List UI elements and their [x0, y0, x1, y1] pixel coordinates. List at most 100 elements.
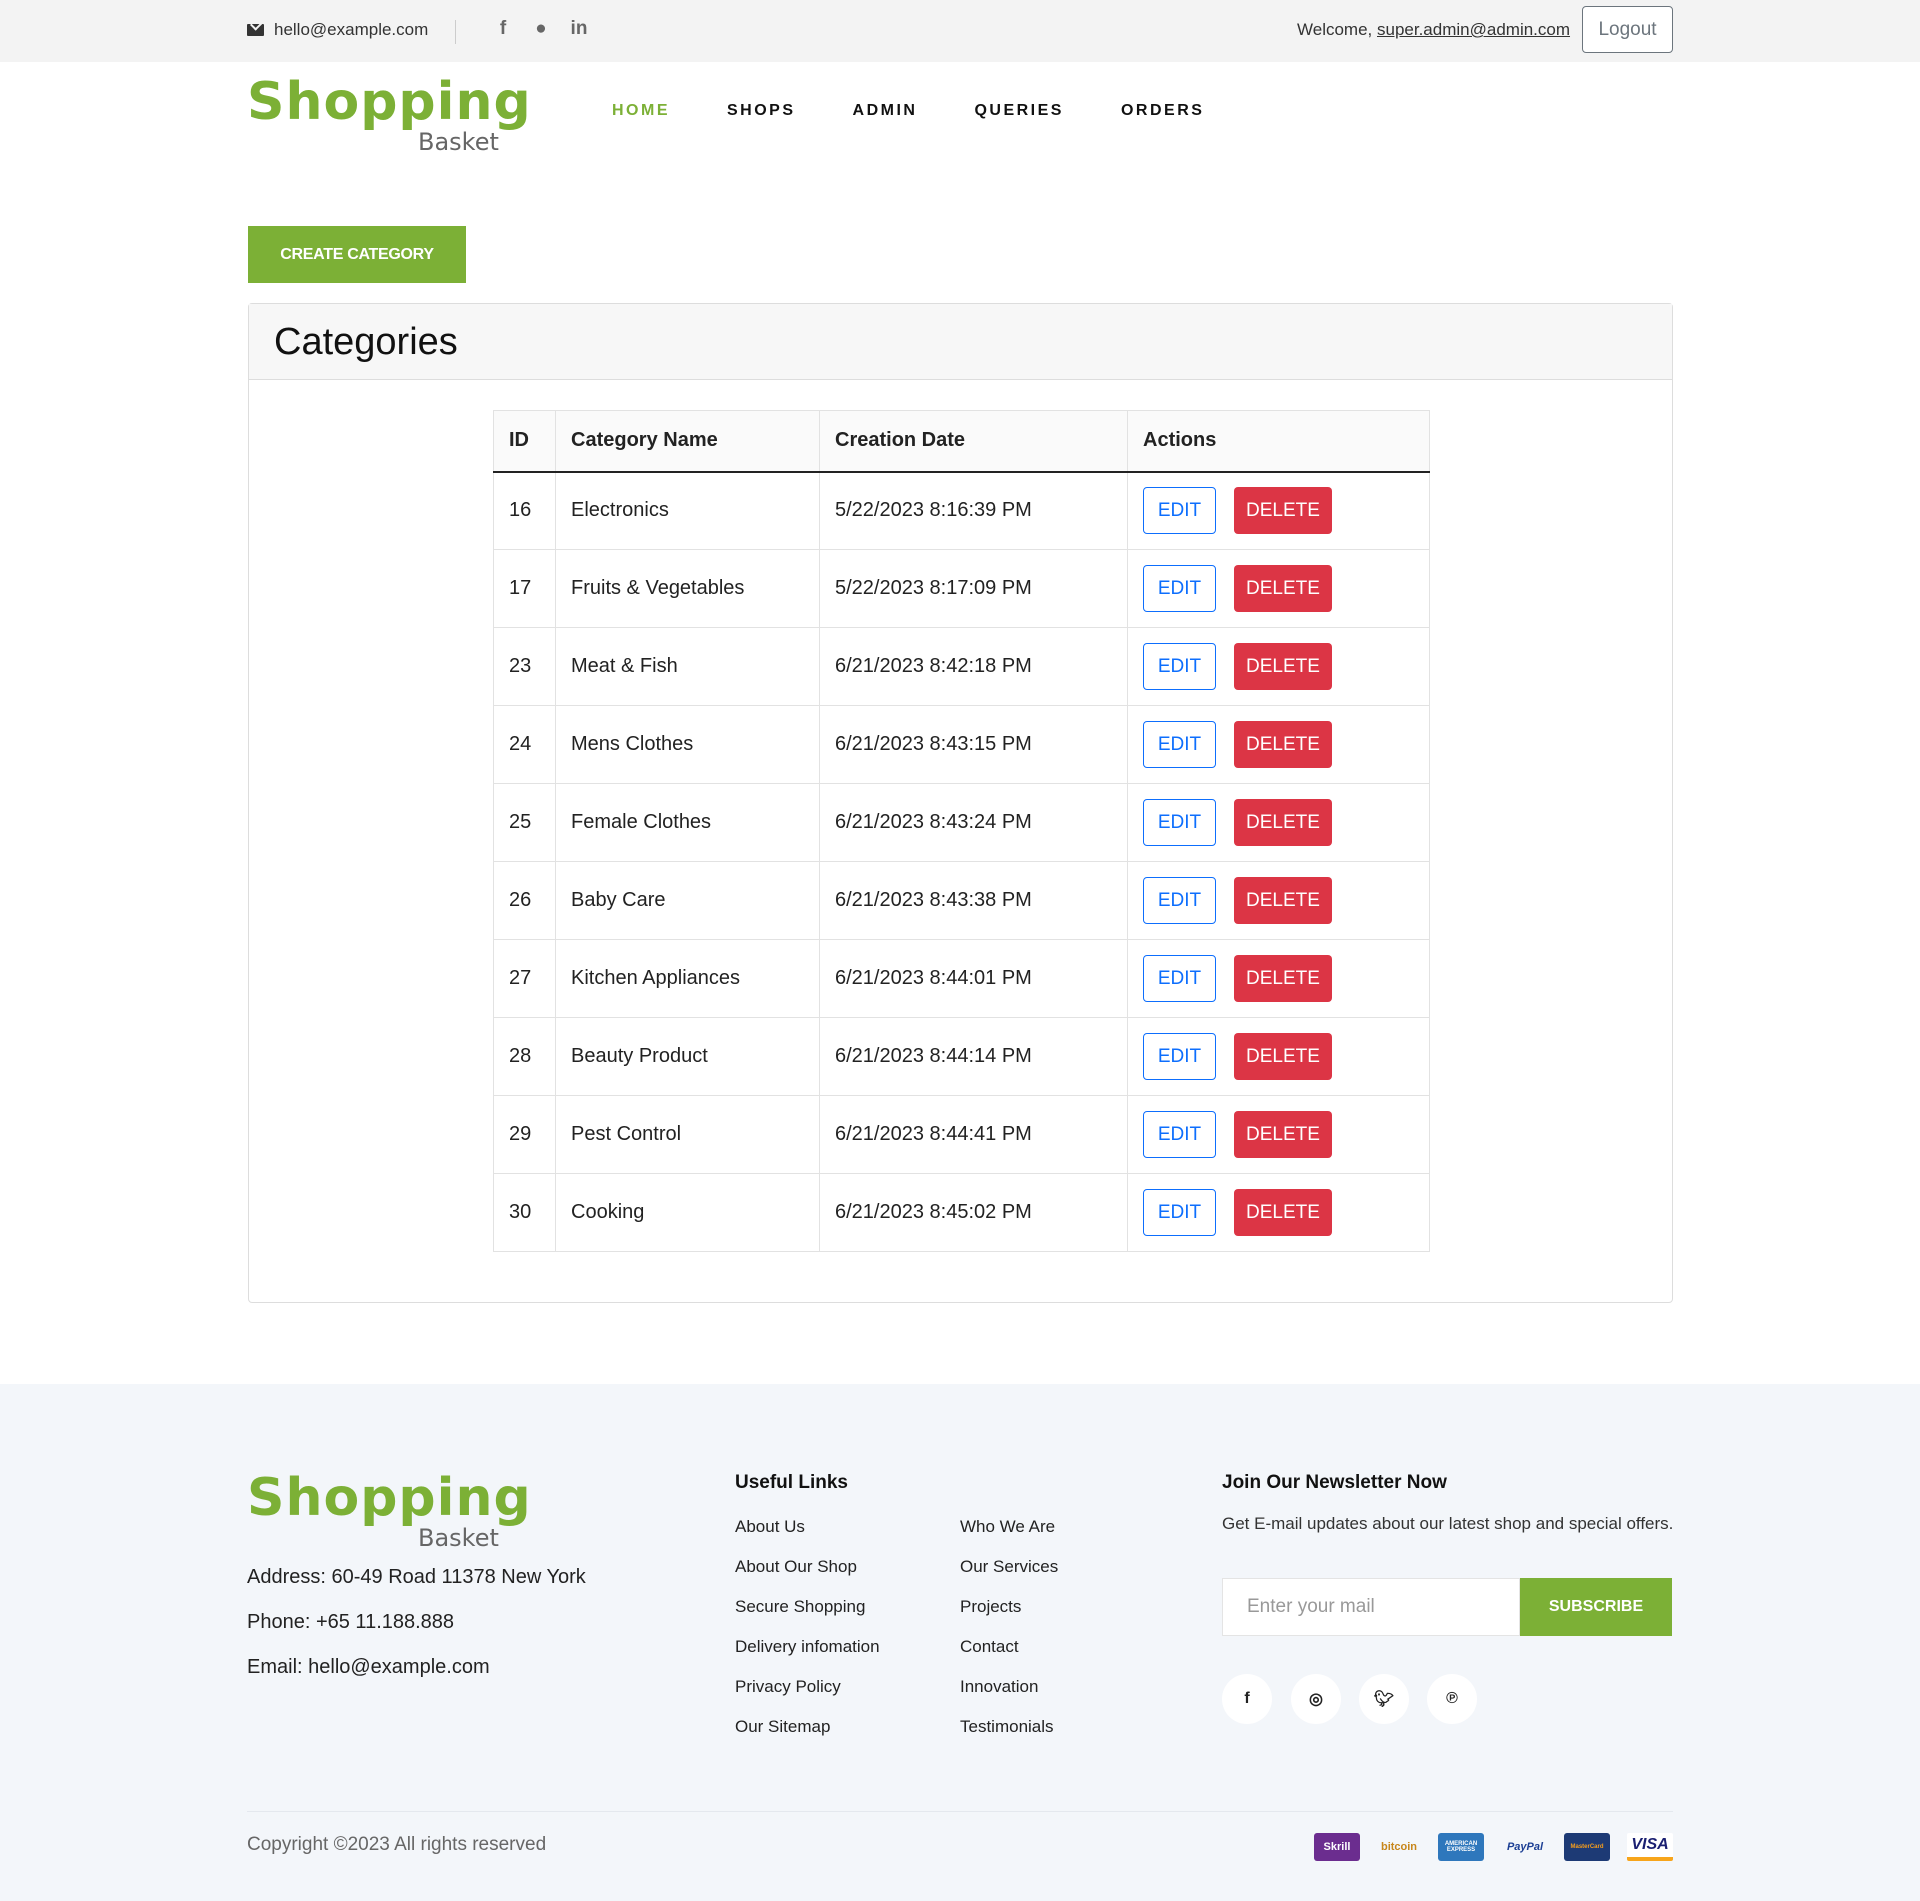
divider — [455, 20, 456, 44]
cell-actions: EDIT DELETE — [1127, 471, 1430, 550]
cell-category-name: Beauty Product — [555, 1017, 820, 1096]
nav-shops[interactable]: SHOPS — [727, 102, 796, 120]
cell-actions: EDIT DELETE — [1127, 939, 1430, 1018]
logout-button[interactable]: Logout — [1582, 6, 1673, 53]
edit-button[interactable]: EDIT — [1143, 643, 1216, 690]
footer: Shopping Basket Address: 60-49 Road 1137… — [0, 1384, 1920, 1901]
edit-button[interactable]: EDIT — [1143, 1189, 1216, 1236]
edit-button[interactable]: EDIT — [1143, 565, 1216, 612]
footer-link[interactable]: About Us — [735, 1517, 805, 1537]
edit-button[interactable]: EDIT — [1143, 877, 1216, 924]
bitcoin-icon: bitcoin — [1380, 1841, 1418, 1853]
newsletter-title: Join Our Newsletter Now — [1222, 1472, 1447, 1493]
cell-category-name: Pest Control — [555, 1095, 820, 1174]
cell-category-name: Kitchen Appliances — [555, 939, 820, 1018]
edit-button[interactable]: EDIT — [1143, 721, 1216, 768]
nav-home[interactable]: HOME — [612, 102, 670, 120]
cell-id: 29 — [493, 1095, 556, 1174]
delete-button[interactable]: DELETE — [1234, 565, 1332, 612]
column-header-id: ID — [493, 410, 556, 473]
cell-id: 23 — [493, 627, 556, 706]
table-row: 23 Meat & Fish 6/21/2023 8:42:18 PM EDIT DEL… — [493, 627, 1430, 706]
footer-email: Email: hello@example.com — [247, 1656, 490, 1678]
mastercard-icon: MasterCard — [1564, 1833, 1610, 1861]
cell-category-name: Baby Care — [555, 861, 820, 940]
table-row: 30 Cooking 6/21/2023 8:45:02 PM EDIT DELETE — [493, 1173, 1430, 1252]
linkedin-icon[interactable]: in — [568, 18, 590, 40]
edit-button[interactable]: EDIT — [1143, 799, 1216, 846]
delete-button[interactable]: DELETE — [1234, 643, 1332, 690]
footer-link[interactable]: About Our Shop — [735, 1557, 857, 1577]
cell-creation-date: 6/21/2023 8:44:01 PM — [819, 939, 1128, 1018]
footer-link[interactable]: Who We Are — [960, 1517, 1055, 1537]
nav-queries[interactable]: QUERIES — [974, 102, 1064, 120]
footer-link[interactable]: Delivery infomation — [735, 1637, 880, 1657]
top-social-links: f ● in — [492, 18, 590, 40]
delete-button[interactable]: DELETE — [1234, 1189, 1332, 1236]
nav-orders[interactable]: ORDERS — [1121, 102, 1204, 120]
delete-button[interactable]: DELETE — [1234, 721, 1332, 768]
edit-button[interactable]: EDIT — [1143, 955, 1216, 1002]
instagram-icon[interactable]: ◎ — [1291, 1674, 1341, 1724]
delete-button[interactable]: DELETE — [1234, 1033, 1332, 1080]
cell-actions: EDIT DELETE — [1127, 783, 1430, 862]
pinterest-icon[interactable]: ℗ — [1427, 1674, 1477, 1724]
paypal-icon: PayPal — [1506, 1841, 1544, 1853]
github-icon[interactable]: ● — [530, 18, 552, 40]
delete-button[interactable]: DELETE — [1234, 799, 1332, 846]
main-nav: HOME SHOPS ADMIN QUERIES ORDERS — [612, 102, 1261, 120]
footer-link[interactable]: Testimonials — [960, 1717, 1054, 1737]
cell-actions: EDIT DELETE — [1127, 861, 1430, 940]
delete-button[interactable]: DELETE — [1234, 877, 1332, 924]
cell-creation-date: 5/22/2023 8:17:09 PM — [819, 549, 1128, 628]
cell-category-name: Female Clothes — [555, 783, 820, 862]
cell-creation-date: 6/21/2023 8:43:38 PM — [819, 861, 1128, 940]
cell-actions: EDIT DELETE — [1127, 1017, 1430, 1096]
table-row: 29 Pest Control 6/21/2023 8:44:41 PM EDIT DE… — [493, 1095, 1430, 1174]
table-row: 24 Mens Clothes 6/21/2023 8:43:15 PM EDIT DE… — [493, 705, 1430, 784]
column-header-actions: Actions — [1127, 410, 1430, 473]
edit-button[interactable]: EDIT — [1143, 1033, 1216, 1080]
delete-button[interactable]: DELETE — [1234, 487, 1332, 535]
footer-link[interactable]: Innovation — [960, 1677, 1038, 1697]
footer-link[interactable]: Our Services — [960, 1557, 1058, 1577]
cell-actions: EDIT DELETE — [1127, 627, 1430, 706]
facebook-icon[interactable]: f — [492, 18, 514, 40]
delete-button[interactable]: DELETE — [1234, 1111, 1332, 1158]
cell-id: 28 — [493, 1017, 556, 1096]
cell-actions: EDIT DELETE — [1127, 705, 1430, 784]
skrill-icon: Skrill — [1314, 1833, 1360, 1861]
footer-link[interactable]: Secure Shopping — [735, 1597, 865, 1617]
footer-logo-subtitle: Basket — [418, 1524, 499, 1552]
cell-actions: EDIT DELETE — [1127, 1173, 1430, 1252]
copyright: Copyright ©2023 All rights reserved — [247, 1834, 547, 1855]
user-email-link[interactable]: super.admin@admin.com — [1377, 20, 1570, 39]
contact-email[interactable]: hello@example.com — [247, 20, 428, 40]
footer-link[interactable]: Privacy Policy — [735, 1677, 841, 1697]
newsletter-email-input[interactable]: Enter your mail — [1222, 1578, 1520, 1636]
footer-address: Address: 60-49 Road 11378 New York — [247, 1566, 586, 1588]
nav-admin[interactable]: ADMIN — [853, 102, 918, 120]
twitter-icon[interactable]: 🐦︎ — [1359, 1674, 1409, 1724]
table-row: 28 Beauty Product 6/21/2023 8:44:14 PM EDIT… — [493, 1017, 1430, 1096]
footer-link[interactable]: Projects — [960, 1597, 1021, 1617]
edit-button[interactable]: EDIT — [1143, 487, 1216, 535]
categories-table: ID Category Name Creation Date Actions 1… — [493, 410, 1430, 1252]
cell-category-name: Mens Clothes — [555, 705, 820, 784]
delete-button[interactable]: DELETE — [1234, 955, 1332, 1002]
cell-creation-date: 6/21/2023 8:44:41 PM — [819, 1095, 1128, 1174]
card-header: Categories — [249, 304, 1672, 380]
facebook-icon[interactable]: f — [1222, 1674, 1272, 1724]
subscribe-button[interactable]: SUBSCRIBE — [1520, 1578, 1672, 1636]
create-category-button[interactable]: CREATE CATEGORY — [248, 226, 466, 283]
logo-subtitle: Basket — [418, 128, 499, 156]
cell-id: 25 — [493, 783, 556, 862]
site-header: Shopping Basket HOME SHOPS ADMIN QUERIES ORD… — [0, 62, 1920, 172]
column-header-name: Category Name — [555, 410, 820, 473]
footer-link[interactable]: Our Sitemap — [735, 1717, 830, 1737]
footer-link[interactable]: Contact — [960, 1637, 1019, 1657]
footer-logo[interactable]: Shopping Basket — [247, 1472, 531, 1552]
edit-button[interactable]: EDIT — [1143, 1111, 1216, 1158]
footer-divider — [247, 1811, 1673, 1812]
logo[interactable]: Shopping Basket — [247, 76, 531, 156]
